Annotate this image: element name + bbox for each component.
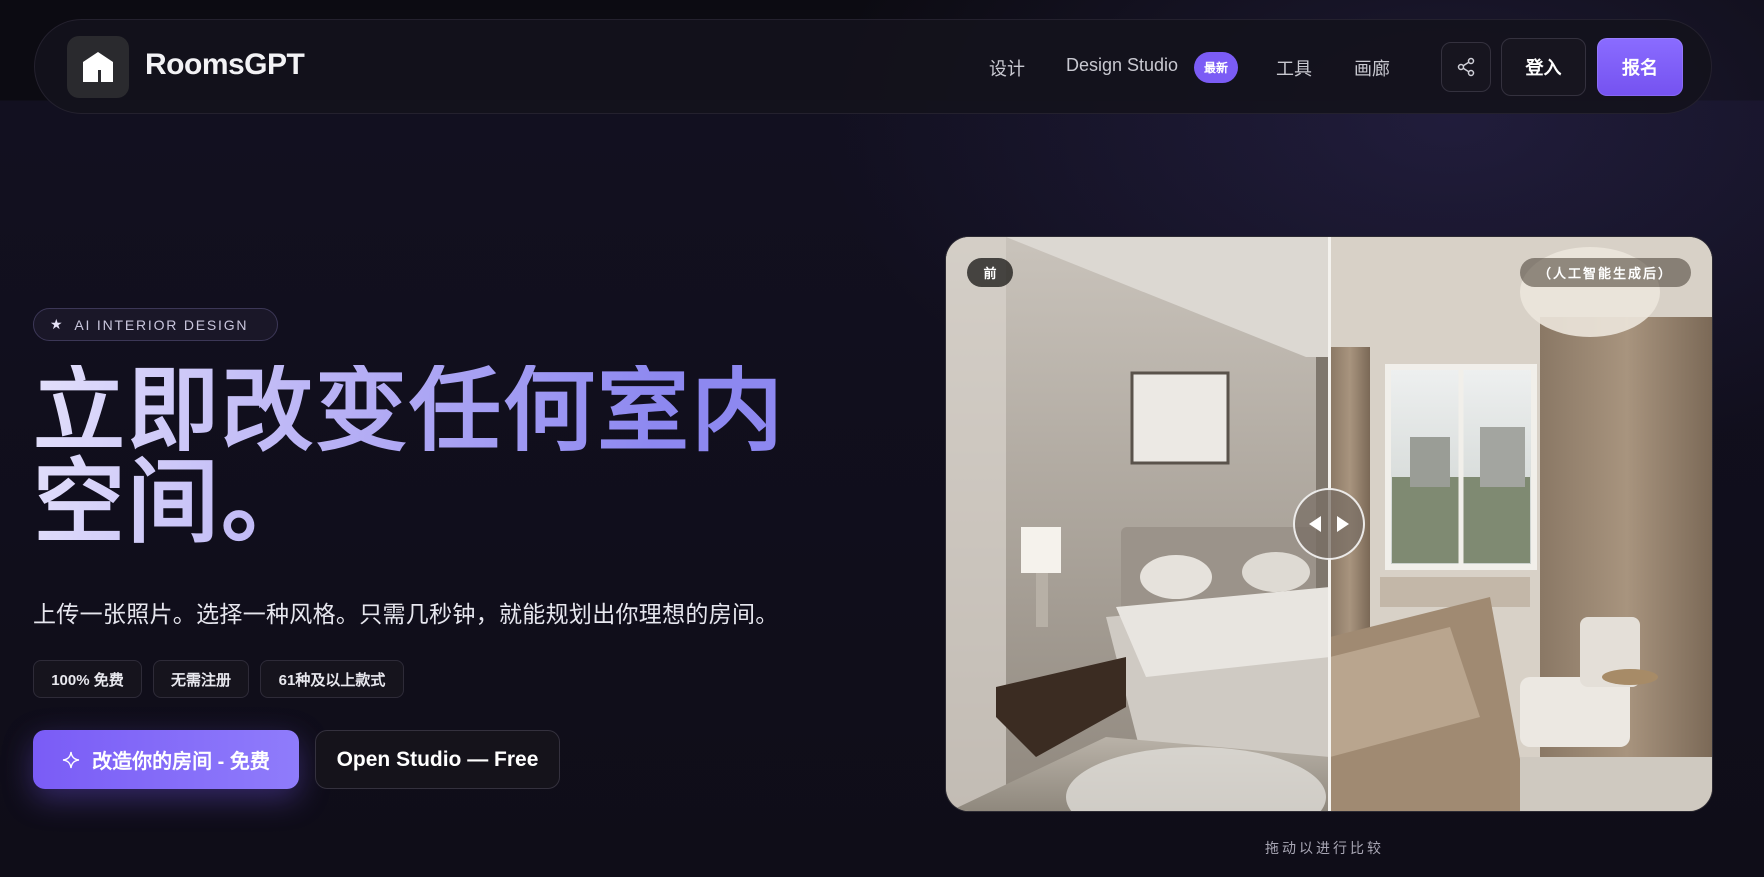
transform-room-button[interactable]: 改造你的房间 - 免费 bbox=[33, 730, 299, 789]
new-badge: 最新 bbox=[1194, 52, 1238, 83]
open-studio-button[interactable]: Open Studio — Free bbox=[315, 730, 560, 789]
headline-line-1: 立即改变任何室内 bbox=[33, 360, 786, 462]
before-label: 前 bbox=[967, 258, 1013, 287]
nav-link-design-studio[interactable]: Design Studio bbox=[1066, 55, 1178, 76]
feature-chip-no-signup: 无需注册 bbox=[153, 660, 249, 698]
nav-link-gallery[interactable]: 画廊 bbox=[1354, 55, 1390, 81]
feature-chip-styles: 61种及以上款式 bbox=[260, 660, 404, 698]
eyebrow-label: AI INTERIOR DESIGN bbox=[74, 316, 249, 333]
before-bedroom-illustration bbox=[946, 237, 1330, 811]
nav-link-tools[interactable]: 工具 bbox=[1276, 55, 1312, 81]
hero-subtitle: 上传一张照片。选择一种风格。只需几秒钟，就能规划出你理想的房间。 bbox=[33, 601, 779, 627]
sparkle-icon bbox=[63, 751, 80, 768]
nav-link-design[interactable]: 设计 bbox=[989, 55, 1025, 81]
after-label: （人工智能生成后） bbox=[1519, 258, 1691, 287]
login-button[interactable]: 登入 bbox=[1501, 38, 1586, 96]
after-bedroom-illustration bbox=[1330, 237, 1712, 811]
eyebrow-badge: ★ AI INTERIOR DESIGN bbox=[33, 308, 278, 341]
feature-chip-free: 100% 免费 bbox=[33, 660, 142, 698]
share-button[interactable] bbox=[1441, 42, 1491, 92]
logo[interactable] bbox=[67, 36, 129, 98]
house-icon bbox=[83, 52, 113, 82]
share-icon bbox=[1457, 57, 1475, 77]
drag-hint: 拖动以进行比较 bbox=[1265, 840, 1384, 856]
before-image bbox=[946, 237, 1330, 811]
arrows-left-right-icon bbox=[1309, 516, 1349, 532]
star-icon: ★ bbox=[50, 316, 65, 332]
compare-slider-handle[interactable] bbox=[1293, 488, 1365, 560]
before-after-comparison[interactable]: 前 （人工智能生成后） bbox=[945, 236, 1713, 812]
top-navbar: RoomsGPT 设计 Design Studio 最新 工具 画廊 登入 报名 bbox=[34, 19, 1712, 114]
after-image bbox=[1330, 237, 1712, 811]
brand-name[interactable]: RoomsGPT bbox=[145, 48, 305, 82]
headline-line-2: 空间。 bbox=[33, 452, 316, 554]
transform-room-label: 改造你的房间 - 免费 bbox=[92, 751, 270, 773]
signup-button[interactable]: 报名 bbox=[1597, 38, 1683, 96]
page-title: 立即改变任何室内 空间。 bbox=[33, 365, 793, 549]
